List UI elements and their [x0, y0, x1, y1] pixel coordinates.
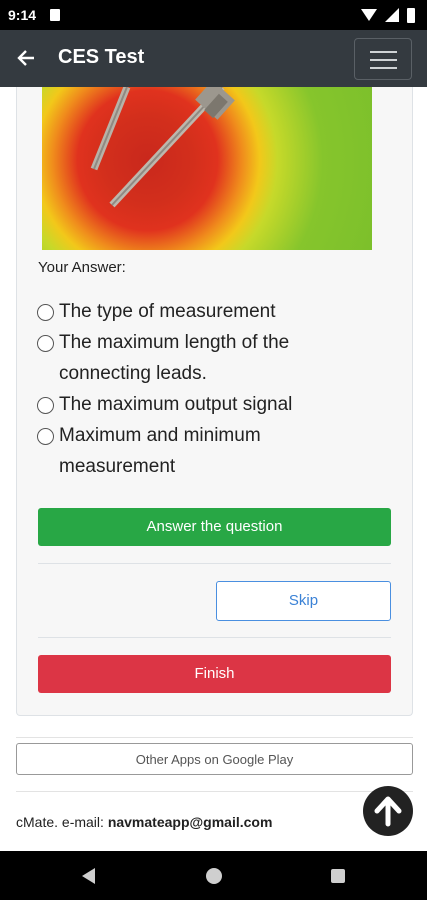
answer-option-4[interactable]: Maximum and minimum measurement	[37, 420, 377, 482]
back-arrow-icon[interactable]	[14, 44, 38, 72]
radio-button[interactable]	[37, 335, 54, 352]
sd-card-icon	[50, 9, 60, 21]
hamburger-menu-button[interactable]	[354, 38, 412, 80]
question-image	[42, 87, 372, 250]
option-label: Maximum and minimum measurement	[59, 425, 261, 477]
radio-button[interactable]	[37, 397, 54, 414]
radio-button[interactable]	[37, 304, 54, 321]
hamburger-menu-icon	[370, 51, 397, 53]
divider	[38, 563, 391, 564]
finish-button[interactable]: Finish	[38, 655, 391, 693]
divider	[16, 737, 413, 738]
page-title: CES Test	[58, 46, 145, 68]
radio-button[interactable]	[37, 428, 54, 445]
wifi-icon	[361, 9, 377, 21]
footer-email[interactable]: navmateapp@gmail.com	[108, 814, 273, 830]
nav-recents-icon[interactable]	[331, 869, 345, 883]
option-label: The type of measurement	[59, 301, 276, 322]
nav-back-icon[interactable]	[82, 868, 95, 884]
footer-prefix: cMate. e-mail:	[16, 814, 108, 830]
app-bar: CES Test	[0, 30, 427, 87]
option-label: The maximum output signal	[59, 394, 293, 415]
status-bar: 9:14	[0, 0, 427, 30]
answer-option-1[interactable]: The type of measurement	[37, 296, 377, 327]
divider	[16, 791, 413, 792]
nav-home-icon[interactable]	[206, 868, 222, 884]
other-apps-button[interactable]: Other Apps on Google Play	[16, 743, 413, 775]
answer-button[interactable]: Answer the question	[38, 508, 391, 546]
arrow-up-icon	[374, 796, 402, 827]
system-navigation-bar	[0, 851, 427, 900]
status-icons	[361, 7, 415, 23]
signal-icon	[385, 8, 399, 22]
hamburger-line	[370, 67, 397, 69]
scroll-to-top-button[interactable]	[363, 786, 413, 836]
status-time: 9:14	[8, 7, 37, 23]
option-label: The maximum length of the connecting lea…	[59, 332, 290, 384]
skip-button[interactable]: Skip	[216, 581, 391, 621]
footer-text: cMate. e-mail: navmateapp@gmail.com	[16, 814, 272, 830]
hamburger-line	[370, 59, 397, 61]
answer-option-3[interactable]: The maximum output signal	[37, 389, 377, 420]
divider	[38, 637, 391, 638]
battery-icon	[407, 7, 415, 23]
answer-option-2[interactable]: The maximum length of the connecting lea…	[37, 327, 377, 389]
answer-label: Your Answer:	[38, 259, 126, 276]
